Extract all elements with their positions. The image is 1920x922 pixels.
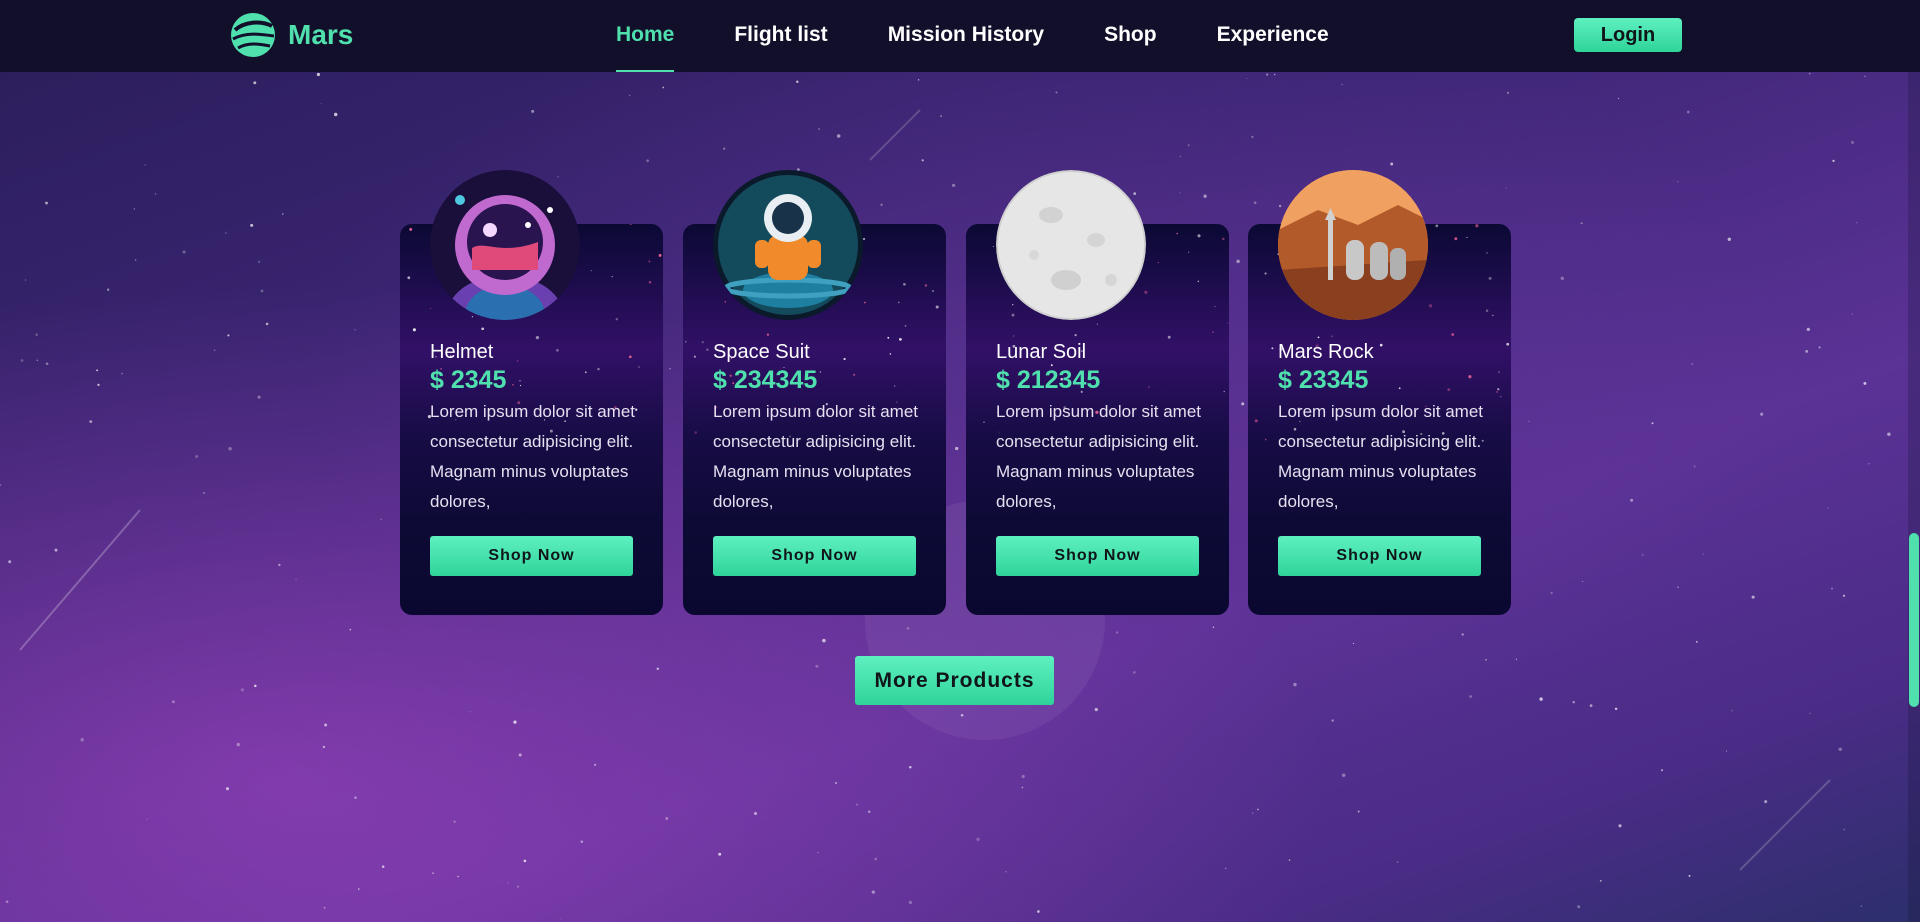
top-navbar: Mars Home Flight list Mission History Sh…	[0, 0, 1920, 72]
product-name: Mars Rock	[1278, 341, 1374, 363]
nav-experience[interactable]: Experience	[1217, 0, 1329, 72]
product-price: $ 234345	[713, 366, 818, 394]
nav-home[interactable]: Home	[616, 0, 675, 72]
product-name: Helmet	[430, 341, 494, 363]
nav-flight-list[interactable]: Flight list	[734, 0, 827, 72]
moon-image	[996, 170, 1146, 320]
brand-logo[interactable]: Mars	[230, 12, 353, 58]
nav-mission-history[interactable]: Mission History	[888, 0, 1044, 72]
product-name: Lunar Soil	[996, 341, 1087, 363]
product-price: $ 212345	[996, 366, 1101, 394]
shop-now-button[interactable]: Shop Now	[996, 536, 1199, 576]
shop-now-button[interactable]: Shop Now	[713, 536, 916, 576]
login-button[interactable]: Login	[1574, 18, 1682, 52]
main-nav: Home Flight list Mission History Shop Ex…	[616, 0, 1389, 72]
page-scrollbar[interactable]	[1908, 72, 1920, 922]
shop-now-button[interactable]: Shop Now	[430, 536, 633, 576]
more-products-button[interactable]: More Products	[855, 656, 1054, 705]
brand-name: Mars	[288, 19, 354, 50]
product-price: $ 23345	[1278, 366, 1369, 394]
product-description: Lorem ipsum dolor sit amet consectetur a…	[713, 402, 919, 511]
scrollbar-thumb[interactable]	[1909, 533, 1919, 707]
product-description: Lorem ipsum dolor sit amet consectetur a…	[430, 402, 636, 511]
product-price: $ 2345	[430, 366, 507, 394]
product-name: Space Suit	[713, 341, 810, 363]
mars-base-image	[1278, 170, 1428, 320]
product-description: Lorem ipsum dolor sit amet consectetur a…	[996, 402, 1202, 511]
astronaut-helmet-image	[430, 170, 580, 320]
astronaut-suit-image	[713, 170, 863, 320]
product-description: Lorem ipsum dolor sit amet consectetur a…	[1278, 402, 1484, 511]
planet-logo-icon	[231, 13, 275, 57]
starfield-background	[0, 72, 1891, 920]
product-card-helmet: Helmet $ 2345 Lorem ipsum dolor sit amet…	[400, 170, 663, 615]
product-card-mars-rock: Mars Rock $ 23345 Lorem ipsum dolor sit …	[1248, 170, 1511, 615]
nav-shop[interactable]: Shop	[1104, 0, 1157, 72]
product-card-lunar-soil: Lunar Soil $ 212345 Lorem ipsum dolor si…	[966, 170, 1229, 615]
product-card-space-suit: Space Suit $ 234345 Lorem ipsum dolor si…	[683, 170, 946, 615]
shop-now-button[interactable]: Shop Now	[1278, 536, 1481, 576]
